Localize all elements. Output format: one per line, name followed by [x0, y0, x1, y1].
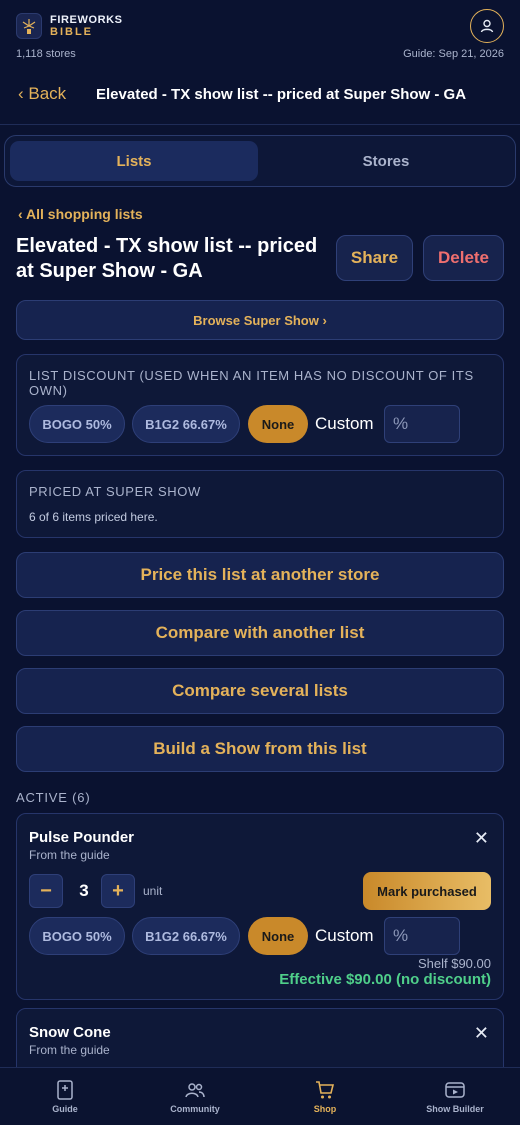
- tab-switcher: Lists Stores: [4, 135, 516, 187]
- remove-item-close-icon[interactable]: ✕: [474, 828, 489, 849]
- discount-chip-bogo[interactable]: BOGO 50%: [29, 405, 125, 443]
- nav-guide-label: Guide: [52, 1104, 78, 1114]
- logo-line-2: BIBLE: [50, 26, 93, 38]
- nav-shop[interactable]: Shop: [275, 1078, 375, 1114]
- nav-shop-label: Shop: [313, 1104, 337, 1114]
- list-discount-label: LIST DISCOUNT (USED WHEN AN ITEM HAS NO …: [29, 368, 474, 398]
- discount-chip-none[interactable]: None: [248, 405, 308, 443]
- nav-row: ‹ Back Elevated - TX show list -- priced…: [0, 64, 520, 125]
- logo-text: FIREWORKS BIBLE: [50, 14, 123, 38]
- compare-with-list-button[interactable]: Compare with another list: [16, 610, 504, 656]
- mark-purchased-button[interactable]: Mark purchased: [363, 872, 491, 910]
- priced-summary: 6 of 6 items priced here.: [29, 510, 158, 524]
- decrease-quantity-button[interactable]: −: [29, 874, 63, 908]
- list-title: Elevated - TX show list -- priced at Sup…: [16, 235, 318, 282]
- tab-stores[interactable]: Stores: [261, 141, 511, 181]
- active-section-label: ACTIVE (6): [16, 790, 91, 805]
- item-name: Pulse Pounder: [29, 829, 135, 846]
- item-source: From the guide: [29, 848, 110, 862]
- firework-logo-icon: [16, 13, 42, 39]
- remove-item-close-icon[interactable]: ✕: [474, 1023, 489, 1044]
- item-source: From the guide: [29, 1043, 110, 1057]
- top-bar: FIREWORKS BIBLE 1,118 stores Guide: Sep …: [0, 0, 520, 64]
- increase-quantity-button[interactable]: +: [101, 874, 135, 908]
- back-button[interactable]: ‹ Back: [18, 84, 66, 104]
- browse-store-button[interactable]: Browse Super Show ›: [16, 300, 504, 340]
- app-logo[interactable]: FIREWORKS BIBLE: [16, 13, 123, 39]
- delete-button[interactable]: Delete: [423, 235, 504, 281]
- share-button[interactable]: Share: [336, 235, 413, 281]
- stores-count: 1,118 stores: [16, 48, 76, 60]
- list-discount-card: LIST DISCOUNT (USED WHEN AN ITEM HAS NO …: [16, 354, 504, 456]
- item-effective-price: Effective $90.00 (no discount): [279, 971, 491, 988]
- profile-button[interactable]: [470, 9, 504, 43]
- item-discount-chip-b1g2[interactable]: B1G2 66.67%: [132, 917, 240, 955]
- price-at-another-store-button[interactable]: Price this list at another store: [16, 552, 504, 598]
- item-name: Snow Cone: [29, 1024, 111, 1041]
- item-discount-chip-bogo[interactable]: BOGO 50%: [29, 917, 125, 955]
- item-custom-discount-label: Custom: [315, 926, 374, 945]
- nav-community[interactable]: Community: [145, 1078, 245, 1114]
- nav-title: Elevated - TX show list -- priced at Sup…: [96, 86, 467, 103]
- nav-guide[interactable]: Guide: [15, 1078, 115, 1114]
- nav-show-builder-label: Show Builder: [426, 1104, 484, 1114]
- video-icon: [444, 1078, 466, 1102]
- list-item: Pulse Pounder From the guide ✕ − 3 + uni…: [16, 813, 504, 1000]
- guide-date: Guide: Sep 21, 2026: [403, 48, 504, 60]
- people-icon: [184, 1078, 206, 1102]
- item-discount-chip-none[interactable]: None: [248, 917, 308, 955]
- compare-several-lists-button[interactable]: Compare several lists: [16, 668, 504, 714]
- user-icon: [480, 19, 494, 33]
- guide-book-icon: [55, 1078, 75, 1102]
- logo-line-1: FIREWORKS: [50, 14, 123, 26]
- item-shelf-price: Shelf $90.00: [417, 956, 491, 971]
- item-custom-discount-input[interactable]: %: [384, 917, 460, 955]
- all-shopping-lists-link[interactable]: ‹ All shopping lists: [18, 206, 143, 222]
- item-unit: unit: [143, 884, 163, 898]
- tab-lists[interactable]: Lists: [10, 141, 258, 181]
- custom-discount-input[interactable]: %: [384, 405, 460, 443]
- cart-icon: [314, 1078, 336, 1102]
- discount-chip-b1g2[interactable]: B1G2 66.67%: [132, 405, 240, 443]
- nav-community-label: Community: [170, 1104, 220, 1114]
- build-show-button[interactable]: Build a Show from this list: [16, 726, 504, 772]
- bottom-nav: Guide Community Shop Show Builder: [0, 1067, 520, 1125]
- nav-show-builder[interactable]: Show Builder: [405, 1078, 505, 1114]
- priced-at-label: PRICED AT SUPER SHOW: [29, 484, 201, 499]
- custom-discount-label: Custom: [315, 414, 374, 433]
- priced-at-store-card: PRICED AT SUPER SHOW 6 of 6 items priced…: [16, 470, 504, 538]
- item-quantity: 3: [79, 881, 89, 900]
